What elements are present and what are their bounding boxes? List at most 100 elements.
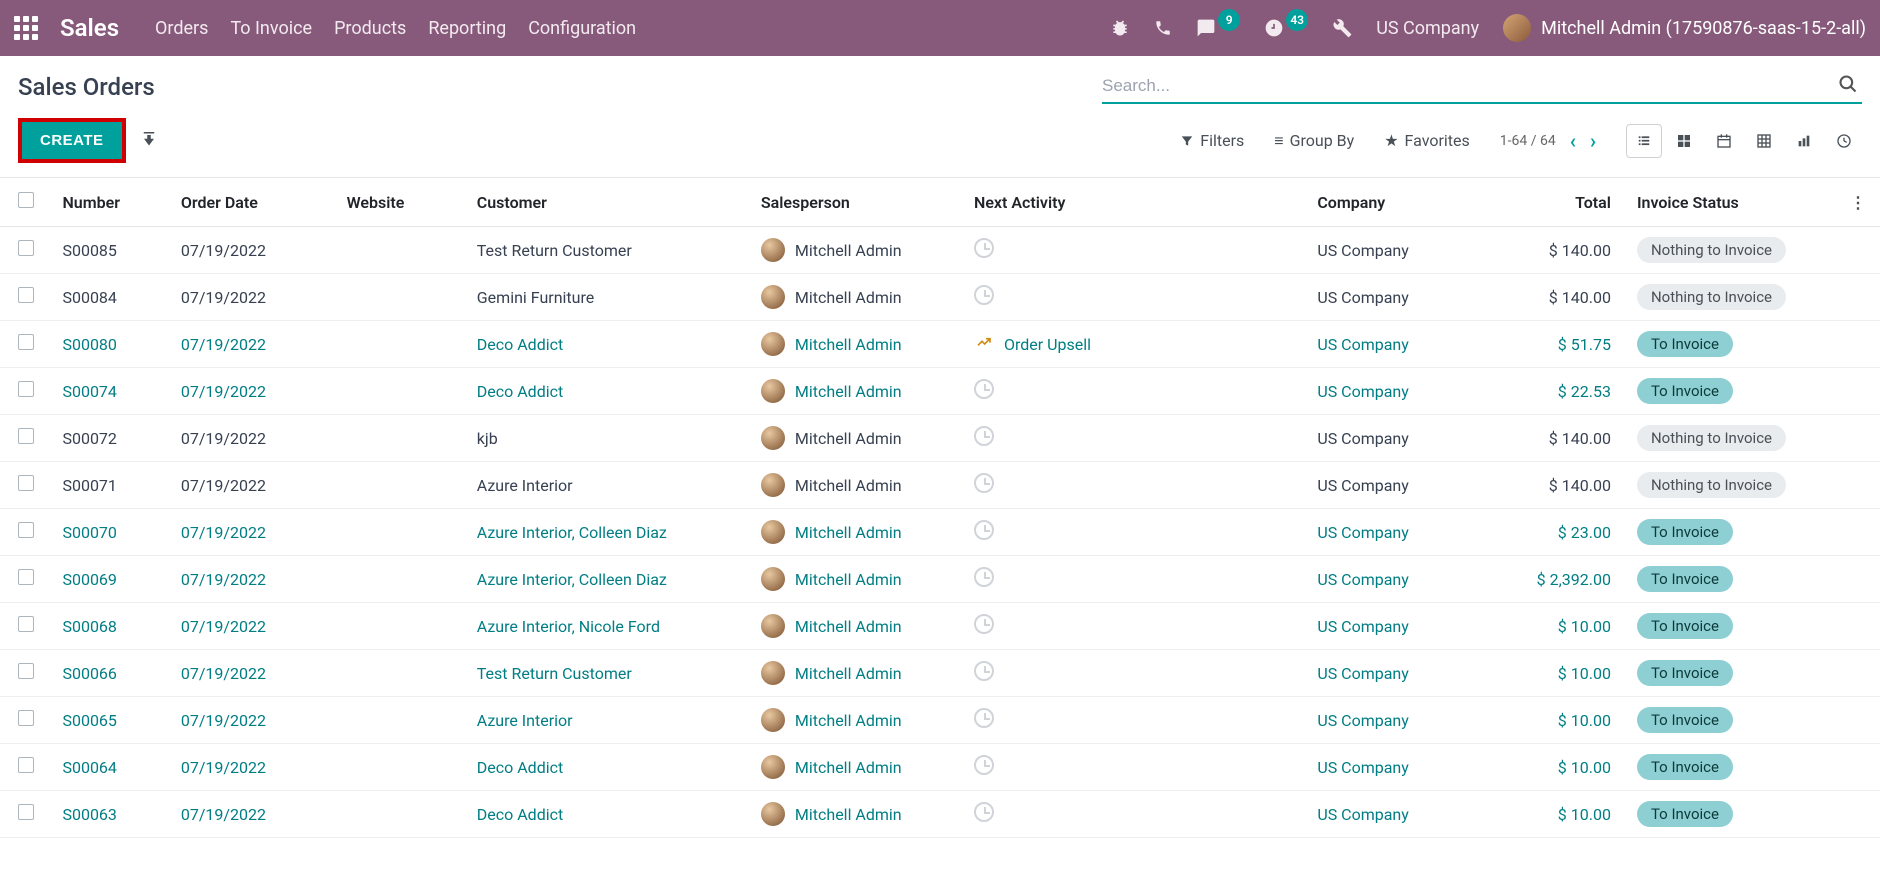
cell-salesperson[interactable]: Mitchell Admin bbox=[795, 241, 902, 260]
bug-icon[interactable] bbox=[1110, 18, 1130, 38]
cell-company[interactable]: US Company bbox=[1317, 664, 1409, 683]
cell-number[interactable]: S00070 bbox=[62, 523, 116, 542]
cell-salesperson[interactable]: Mitchell Admin bbox=[795, 476, 902, 495]
clock-icon[interactable] bbox=[974, 802, 994, 822]
apps-icon[interactable] bbox=[14, 16, 38, 40]
table-row[interactable]: S00072 07/19/2022 kjb Mitchell Admin US … bbox=[0, 415, 1880, 462]
search-input[interactable] bbox=[1102, 76, 1834, 96]
cell-customer[interactable]: Test Return Customer bbox=[477, 241, 632, 260]
cell-number[interactable]: S00074 bbox=[62, 382, 116, 401]
cell-salesperson[interactable]: Mitchell Admin bbox=[795, 288, 902, 307]
nav-orders[interactable]: Orders bbox=[155, 18, 208, 39]
nav-to-invoice[interactable]: To Invoice bbox=[230, 18, 312, 39]
column-options-icon[interactable]: ⋮ bbox=[1850, 193, 1866, 212]
messages-icon[interactable]: 9 bbox=[1196, 17, 1240, 39]
view-pivot-icon[interactable] bbox=[1746, 124, 1782, 158]
cell-customer[interactable]: Test Return Customer bbox=[477, 664, 632, 683]
clock-icon[interactable] bbox=[974, 238, 994, 258]
table-row[interactable]: S00063 07/19/2022 Deco Addict Mitchell A… bbox=[0, 791, 1880, 838]
table-row[interactable]: S00074 07/19/2022 Deco Addict Mitchell A… bbox=[0, 368, 1880, 415]
cell-company[interactable]: US Company bbox=[1317, 758, 1409, 777]
cell-customer[interactable]: Deco Addict bbox=[477, 805, 563, 824]
search-icon[interactable] bbox=[1834, 74, 1862, 98]
cell-customer[interactable]: kjb bbox=[477, 429, 498, 448]
clock-icon[interactable] bbox=[974, 567, 994, 587]
cell-company[interactable]: US Company bbox=[1317, 523, 1409, 542]
cell-customer[interactable]: Gemini Furniture bbox=[477, 288, 594, 307]
cell-salesperson[interactable]: Mitchell Admin bbox=[795, 570, 902, 589]
cell-salesperson[interactable]: Mitchell Admin bbox=[795, 664, 902, 683]
clock-icon[interactable] bbox=[974, 285, 994, 305]
row-checkbox[interactable] bbox=[18, 663, 34, 679]
cell-salesperson[interactable]: Mitchell Admin bbox=[795, 523, 902, 542]
clock-icon[interactable] bbox=[974, 426, 994, 446]
table-row[interactable]: S00065 07/19/2022 Azure Interior Mitchel… bbox=[0, 697, 1880, 744]
user-menu[interactable]: Mitchell Admin (17590876-saas-15-2-all) bbox=[1503, 14, 1866, 42]
cell-number[interactable]: S00072 bbox=[62, 429, 116, 448]
view-calendar-icon[interactable] bbox=[1706, 124, 1742, 158]
favorites-button[interactable]: ★ Favorites bbox=[1384, 131, 1470, 150]
clock-icon[interactable] bbox=[974, 520, 994, 540]
create-button[interactable]: CREATE bbox=[18, 118, 126, 163]
table-row[interactable]: S00069 07/19/2022 Azure Interior, Collee… bbox=[0, 556, 1880, 603]
pager-text[interactable]: 1-64 / 64 bbox=[1500, 133, 1556, 149]
row-checkbox[interactable] bbox=[18, 710, 34, 726]
clock-icon[interactable] bbox=[974, 755, 994, 775]
cell-number[interactable]: S00069 bbox=[62, 570, 116, 589]
wrench-icon[interactable] bbox=[1332, 18, 1352, 38]
th-customer[interactable]: Customer bbox=[469, 178, 753, 227]
row-checkbox[interactable] bbox=[18, 240, 34, 256]
activity-label[interactable]: Order Upsell bbox=[1004, 335, 1091, 354]
cell-number[interactable]: S00068 bbox=[62, 617, 116, 636]
row-checkbox[interactable] bbox=[18, 428, 34, 444]
chart-line-icon[interactable] bbox=[974, 334, 994, 354]
nav-reporting[interactable]: Reporting bbox=[428, 18, 506, 39]
table-row[interactable]: S00066 07/19/2022 Test Return Customer M… bbox=[0, 650, 1880, 697]
table-row[interactable]: S00084 07/19/2022 Gemini Furniture Mitch… bbox=[0, 274, 1880, 321]
table-row[interactable]: S00068 07/19/2022 Azure Interior, Nicole… bbox=[0, 603, 1880, 650]
th-salesperson[interactable]: Salesperson bbox=[753, 178, 966, 227]
cell-number[interactable]: S00063 bbox=[62, 805, 116, 824]
clock-icon[interactable] bbox=[974, 708, 994, 728]
row-checkbox[interactable] bbox=[18, 287, 34, 303]
cell-salesperson[interactable]: Mitchell Admin bbox=[795, 382, 902, 401]
cell-company[interactable]: US Company bbox=[1317, 288, 1409, 307]
cell-number[interactable]: S00084 bbox=[62, 288, 116, 307]
brand-title[interactable]: Sales bbox=[60, 14, 119, 42]
cell-company[interactable]: US Company bbox=[1317, 805, 1409, 824]
cell-salesperson[interactable]: Mitchell Admin bbox=[795, 711, 902, 730]
cell-number[interactable]: S00065 bbox=[62, 711, 116, 730]
cell-customer[interactable]: Deco Addict bbox=[477, 758, 563, 777]
pager-next-icon[interactable]: › bbox=[1590, 129, 1596, 153]
th-invoice-status[interactable]: Invoice Status bbox=[1629, 178, 1842, 227]
search-bar[interactable] bbox=[1102, 70, 1862, 104]
phone-icon[interactable] bbox=[1154, 19, 1172, 37]
activities-icon[interactable]: 43 bbox=[1264, 17, 1308, 39]
cell-company[interactable]: US Company bbox=[1317, 382, 1409, 401]
cell-number[interactable]: S00080 bbox=[62, 335, 116, 354]
cell-customer[interactable]: Azure Interior bbox=[477, 711, 573, 730]
cell-salesperson[interactable]: Mitchell Admin bbox=[795, 335, 902, 354]
cell-customer[interactable]: Azure Interior bbox=[477, 476, 573, 495]
table-row[interactable]: S00080 07/19/2022 Deco Addict Mitchell A… bbox=[0, 321, 1880, 368]
cell-customer[interactable]: Deco Addict bbox=[477, 335, 563, 354]
cell-customer[interactable]: Azure Interior, Colleen Diaz bbox=[477, 523, 667, 542]
row-checkbox[interactable] bbox=[18, 334, 34, 350]
cell-company[interactable]: US Company bbox=[1317, 241, 1409, 260]
row-checkbox[interactable] bbox=[18, 569, 34, 585]
nav-configuration[interactable]: Configuration bbox=[528, 18, 636, 39]
view-activity-icon[interactable] bbox=[1826, 124, 1862, 158]
th-order-date[interactable]: Order Date bbox=[173, 178, 339, 227]
row-checkbox[interactable] bbox=[18, 757, 34, 773]
clock-icon[interactable] bbox=[974, 473, 994, 493]
company-switcher[interactable]: US Company bbox=[1376, 18, 1479, 39]
cell-company[interactable]: US Company bbox=[1317, 429, 1409, 448]
cell-customer[interactable]: Azure Interior, Colleen Diaz bbox=[477, 570, 667, 589]
view-graph-icon[interactable] bbox=[1786, 124, 1822, 158]
cell-customer[interactable]: Deco Addict bbox=[477, 382, 563, 401]
table-row[interactable]: S00070 07/19/2022 Azure Interior, Collee… bbox=[0, 509, 1880, 556]
th-next-activity[interactable]: Next Activity bbox=[966, 178, 1309, 227]
clock-icon[interactable] bbox=[974, 614, 994, 634]
th-total[interactable]: Total bbox=[1499, 178, 1629, 227]
clock-icon[interactable] bbox=[974, 661, 994, 681]
